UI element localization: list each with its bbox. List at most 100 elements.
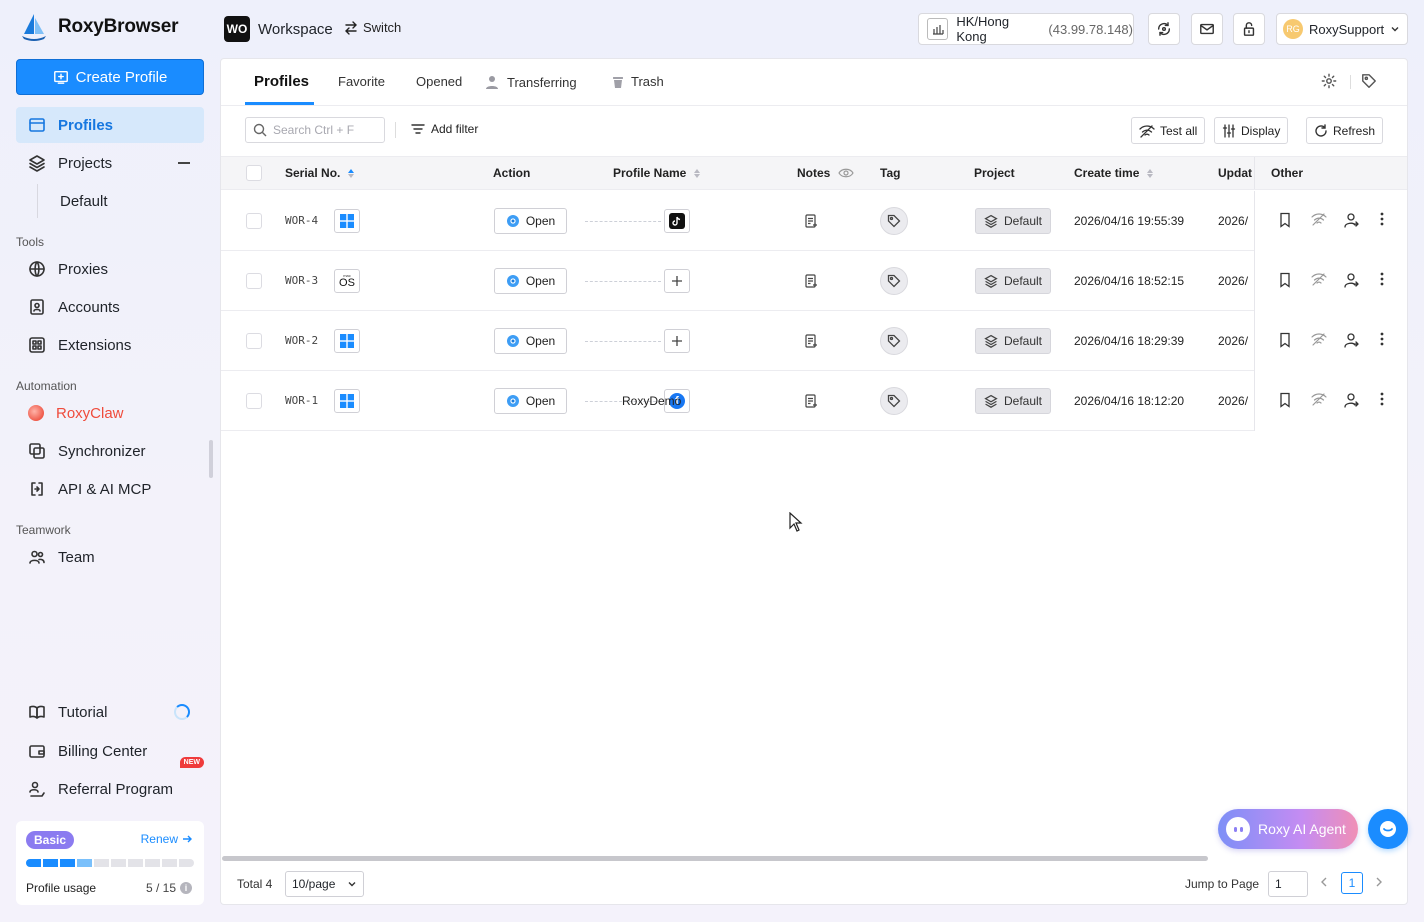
header-profile-name[interactable]: Profile Name — [613, 166, 701, 180]
create-profile-button[interactable]: Create Profile — [16, 59, 204, 95]
header-serial[interactable]: Serial No. — [285, 166, 355, 180]
sidebar-item-extensions[interactable]: Extensions — [16, 327, 204, 363]
platform-badge[interactable] — [664, 209, 690, 233]
add-note-button[interactable] — [803, 393, 819, 409]
search-input[interactable] — [273, 123, 373, 137]
bookmark-button[interactable] — [1278, 332, 1292, 348]
platform-badge[interactable] — [664, 329, 690, 353]
project-badge[interactable]: Default — [975, 268, 1051, 294]
project-badge[interactable]: Default — [975, 388, 1051, 414]
sidebar-item-profiles[interactable]: Profiles — [16, 107, 204, 143]
sidebar-item-referral[interactable]: Referral Program NEW — [16, 757, 204, 807]
sidebar-item-accounts[interactable]: Accounts — [16, 289, 204, 325]
add-note-button[interactable] — [803, 273, 819, 289]
page-number-current[interactable]: 1 — [1341, 872, 1363, 894]
open-profile-button[interactable]: Open — [494, 328, 567, 354]
transfer-profile-button[interactable] — [1343, 392, 1359, 408]
bookmark-button[interactable] — [1278, 392, 1292, 408]
table-row[interactable]: WOR-2 Open Default 2026/04/16 18:29:39 2026/ — [221, 311, 1407, 371]
page-size-select[interactable]: 10/page — [285, 871, 364, 897]
sort-icon[interactable] — [348, 168, 355, 178]
renew-link[interactable]: Renew — [141, 832, 192, 846]
row-checkbox[interactable] — [246, 213, 262, 229]
workspace-selector[interactable]: WO Workspace — [224, 16, 333, 42]
add-tag-button[interactable] — [880, 207, 908, 235]
proxy-test-button[interactable] — [1311, 332, 1327, 346]
search-field[interactable] — [245, 117, 385, 143]
test-all-button[interactable]: Test all — [1131, 117, 1206, 144]
add-tag-button[interactable] — [880, 327, 908, 355]
eye-icon[interactable] — [838, 167, 855, 179]
refresh-button[interactable]: Refresh — [1306, 117, 1384, 144]
sidebar-item-team[interactable]: Team — [16, 539, 204, 575]
transfer-profile-button[interactable] — [1343, 272, 1359, 288]
open-profile-button[interactable]: Open — [494, 208, 567, 234]
open-profile-button[interactable]: Open — [494, 388, 567, 414]
platform-badge[interactable] — [664, 269, 690, 293]
add-tag-button[interactable] — [880, 267, 908, 295]
api-icon — [31, 482, 43, 496]
switch-workspace-button[interactable]: Switch — [344, 20, 401, 35]
tab-trash[interactable]: Trash — [611, 74, 664, 89]
display-button[interactable]: Display — [1214, 117, 1289, 144]
tab-profiles[interactable]: Profiles — [254, 73, 309, 90]
table-row[interactable]: WOR-4 Open Default 2026/04/16 19:55:39 2026/ — [221, 191, 1407, 251]
sidebar-scrollbar[interactable] — [209, 440, 213, 478]
settings-button[interactable] — [1321, 73, 1337, 89]
row-checkbox[interactable] — [246, 273, 262, 289]
transfer-profile-button[interactable] — [1343, 212, 1359, 228]
prev-page-button[interactable] — [1318, 876, 1330, 888]
horizontal-scrollbar[interactable] — [222, 856, 1208, 861]
lock-button[interactable] — [1233, 13, 1265, 45]
row-checkbox[interactable] — [246, 333, 262, 349]
more-actions-button[interactable] — [1380, 392, 1384, 406]
more-actions-button[interactable] — [1380, 212, 1384, 226]
project-badge[interactable]: Default — [975, 208, 1051, 234]
add-filter-button[interactable]: Add filter — [411, 122, 478, 136]
table-row[interactable]: WOR-1 f Open RoxyDemo Default 2026/04/16 18:1… — [221, 371, 1407, 431]
proxy-test-button[interactable] — [1311, 392, 1327, 406]
tab-opened[interactable]: Opened — [416, 74, 462, 89]
next-page-button[interactable] — [1373, 876, 1385, 888]
proxy-test-button[interactable] — [1311, 272, 1327, 286]
sidebar-item-default-project[interactable]: Default — [16, 183, 204, 219]
bookmark-button[interactable] — [1278, 212, 1292, 228]
open-profile-button[interactable]: Open — [494, 268, 567, 294]
transfer-profile-button[interactable] — [1343, 332, 1359, 348]
sidebar-item-proxies[interactable]: Proxies — [16, 251, 204, 287]
sidebar-item-roxyclaw[interactable]: RoxyClaw — [16, 395, 204, 431]
chat-support-button[interactable] — [1368, 809, 1408, 849]
row-checkbox[interactable] — [246, 393, 262, 409]
sidebar-item-billing[interactable]: Billing Center — [16, 733, 204, 769]
sidebar-item-synchronizer[interactable]: Synchronizer — [16, 433, 204, 469]
select-all-checkbox[interactable] — [246, 165, 262, 181]
tab-favorite[interactable]: Favorite — [338, 74, 385, 89]
project-badge[interactable]: Default — [975, 328, 1051, 354]
ip-location-display[interactable]: HK/Hong Kong (43.99.78.148) — [918, 13, 1134, 45]
mail-button[interactable] — [1191, 13, 1223, 45]
proxy-test-button[interactable] — [1311, 212, 1327, 226]
sidebar-item-api[interactable]: API & AI MCP — [16, 471, 204, 507]
bookmark-button[interactable] — [1278, 272, 1292, 288]
sidebar-item-projects[interactable]: Projects — [16, 145, 204, 181]
add-tag-button[interactable] — [880, 387, 908, 415]
more-actions-button[interactable] — [1380, 332, 1384, 346]
sort-icon[interactable] — [694, 168, 701, 178]
more-actions-button[interactable] — [1380, 272, 1384, 286]
header-create-time[interactable]: Create time — [1074, 166, 1154, 180]
divider — [395, 122, 396, 138]
tab-transferring[interactable]: Transferring — [485, 74, 577, 90]
roxyclaw-icon — [28, 405, 44, 421]
table-row[interactable]: WOR-3 mac OS Open Default 2026/04/16 18:52:15… — [221, 251, 1407, 311]
roxy-ai-agent-button[interactable]: Roxy AI Agent — [1218, 809, 1358, 849]
user-menu[interactable]: RG RoxySupport — [1276, 13, 1408, 45]
collapse-icon[interactable] — [178, 162, 190, 164]
sidebar-item-tutorial[interactable]: Tutorial — [16, 694, 204, 730]
add-note-button[interactable] — [803, 213, 819, 229]
sort-icon[interactable] — [1147, 168, 1154, 178]
sync-button[interactable] — [1148, 13, 1180, 45]
add-note-button[interactable] — [803, 333, 819, 349]
tags-button[interactable] — [1361, 73, 1377, 89]
info-icon[interactable]: i — [180, 882, 192, 894]
jump-page-input[interactable]: 1 — [1268, 871, 1308, 897]
